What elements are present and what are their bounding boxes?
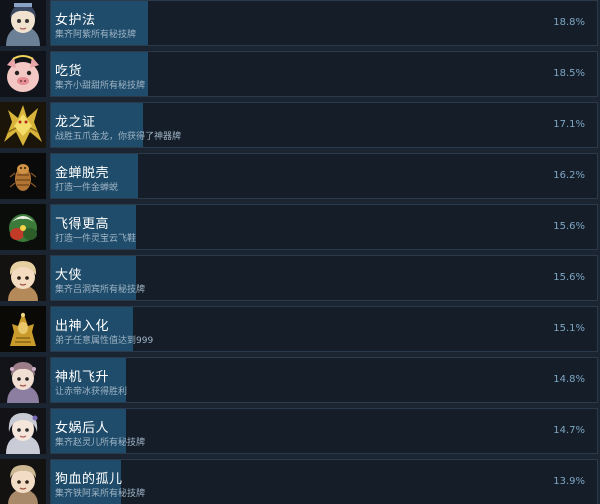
female-guardian-portrait-icon <box>0 0 46 46</box>
achievement-progress-track: 飞得更高 打造一件灵宝云飞鞋 15.6% <box>50 204 598 250</box>
achievement-unlock-percent: 16.2% <box>553 170 585 181</box>
achievement-progress-track: 出神入化 弟子任意属性值达到999 15.1% <box>50 306 598 352</box>
achievement-description: 集齐铁阿呆所有秘技牌 <box>55 489 146 499</box>
achievement-title: 龙之证 <box>55 115 96 130</box>
achievement-unlock-percent: 18.8% <box>553 17 585 28</box>
achievement-unlock-percent: 15.1% <box>553 323 585 334</box>
achievement-title: 女娲后人 <box>55 421 110 436</box>
achievement-row: 女护法 集齐阿紫所有秘技牌 18.8% <box>0 0 600 46</box>
achievement-description: 集齐小甜甜所有秘技牌 <box>55 81 146 91</box>
achievement-unlock-percent: 13.9% <box>553 476 585 487</box>
achievement-unlock-percent: 17.1% <box>553 119 585 130</box>
achievement-title: 吃货 <box>55 64 83 79</box>
achievement-unlock-percent: 18.5% <box>553 68 585 79</box>
achievement-unlock-percent: 14.8% <box>553 374 585 385</box>
achievement-progress-track: 女护法 集齐阿紫所有秘技牌 18.8% <box>50 0 598 46</box>
achievement-description: 集齐吕洞宾所有秘技牌 <box>55 285 146 295</box>
pig-demon-portrait-icon <box>0 51 46 97</box>
achievement-title: 大侠 <box>55 268 83 283</box>
golden-cicada-shell-icon <box>0 153 46 199</box>
achievement-row: 出神入化 弟子任意属性值达到999 15.1% <box>0 306 600 352</box>
achievement-progress-track: 女娲后人 集齐赵灵儿所有秘技牌 14.7% <box>50 408 598 454</box>
achievement-unlock-percent: 15.6% <box>553 272 585 283</box>
achievement-title: 狗血的孤儿 <box>55 472 123 487</box>
achievement-row: 女娲后人 集齐赵灵儿所有秘技牌 14.7% <box>0 408 600 454</box>
achievement-row: 龙之证 战胜五爪金龙，你获得了神器牌 17.1% <box>0 102 600 148</box>
achievement-progress-track: 金蝉脱壳 打造一件金蝉蜕 16.2% <box>50 153 598 199</box>
achievement-row: 狗血的孤儿 集齐铁阿呆所有秘技牌 13.9% <box>0 459 600 504</box>
achievement-title: 出神入化 <box>55 319 110 334</box>
achievement-row: 飞得更高 打造一件灵宝云飞鞋 15.6% <box>0 204 600 250</box>
achievement-title: 金蝉脱壳 <box>55 166 110 181</box>
flying-cloud-shoes-icon <box>0 204 46 250</box>
achievement-progress-track: 狗血的孤儿 集齐铁阿呆所有秘技牌 13.9% <box>50 459 598 504</box>
achievement-progress-track: 神机飞升 让赤帝冰获得胜利 14.8% <box>50 357 598 403</box>
golden-dragon-icon <box>0 102 46 148</box>
mechanical-sage-portrait-icon <box>0 357 46 403</box>
achievement-description: 集齐阿紫所有秘技牌 <box>55 30 137 40</box>
achievement-progress-track: 龙之证 战胜五爪金龙，你获得了神器牌 17.1% <box>50 102 598 148</box>
golden-idol-icon <box>0 306 46 352</box>
achievement-description: 弟子任意属性值达到999 <box>55 336 154 346</box>
bloody-orphan-portrait-icon <box>0 459 46 504</box>
achievement-unlock-percent: 14.7% <box>553 425 585 436</box>
achievement-title: 女护法 <box>55 13 96 28</box>
achievement-row: 大侠 集齐吕洞宾所有秘技牌 15.6% <box>0 255 600 301</box>
achievement-unlock-percent: 15.6% <box>553 221 585 232</box>
achievement-row: 金蝉脱壳 打造一件金蝉蜕 16.2% <box>0 153 600 199</box>
achievement-progress-track: 吃货 集齐小甜甜所有秘技牌 18.5% <box>50 51 598 97</box>
achievement-title: 神机飞升 <box>55 370 110 385</box>
achievement-title: 飞得更高 <box>55 217 110 232</box>
achievement-description: 集齐赵灵儿所有秘技牌 <box>55 438 146 448</box>
achievement-description: 让赤帝冰获得胜利 <box>55 387 128 397</box>
hero-portrait-icon <box>0 255 46 301</box>
achievement-row: 神机飞升 让赤帝冰获得胜利 14.8% <box>0 357 600 403</box>
achievement-description: 打造一件灵宝云飞鞋 <box>55 234 137 244</box>
nuwa-descendant-portrait-icon <box>0 408 46 454</box>
achievement-description: 战胜五爪金龙，你获得了神器牌 <box>55 132 182 142</box>
achievement-description: 打造一件金蝉蜕 <box>55 183 119 193</box>
achievement-list: 女护法 集齐阿紫所有秘技牌 18.8% 吃货 集齐小甜甜所有秘技牌 18.5% … <box>0 0 600 504</box>
achievement-row: 吃货 集齐小甜甜所有秘技牌 18.5% <box>0 51 600 97</box>
achievement-progress-track: 大侠 集齐吕洞宾所有秘技牌 15.6% <box>50 255 598 301</box>
